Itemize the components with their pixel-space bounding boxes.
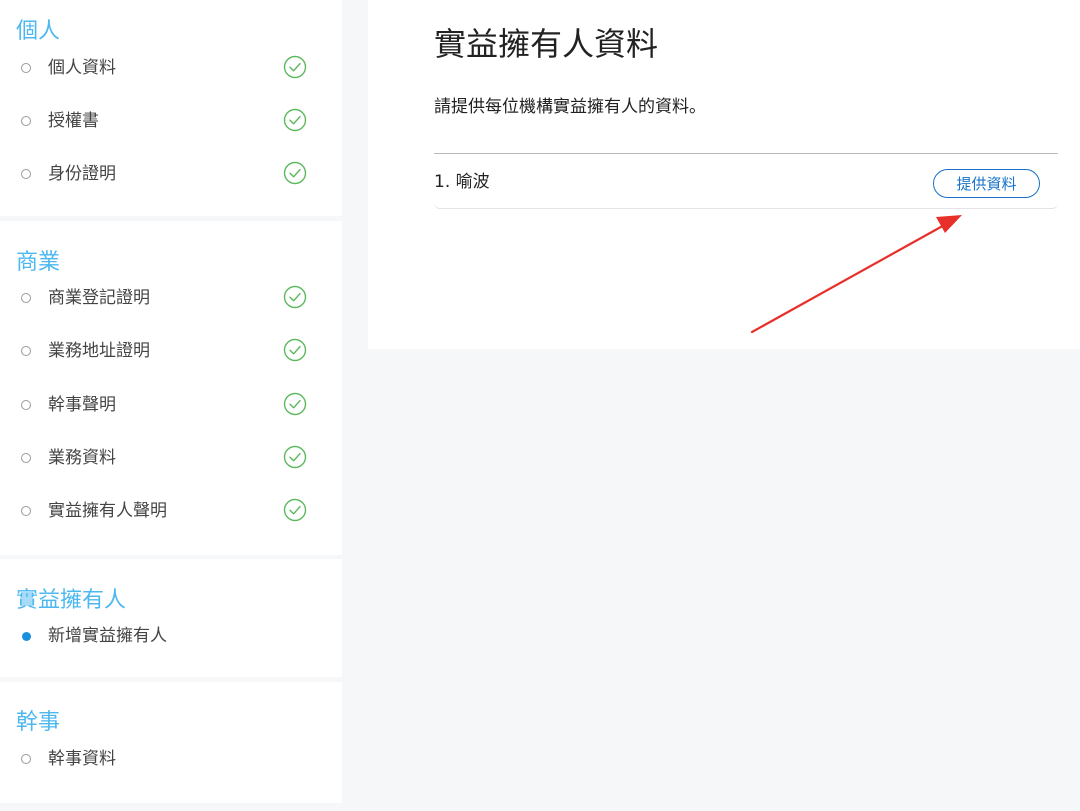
section-title: 實益擁有人 (16, 588, 127, 613)
sidebar-item-business-info[interactable]: 業務資料 (0, 445, 342, 471)
check-circle-icon (283, 55, 307, 79)
page-title: 實益擁有人資料 (434, 25, 659, 63)
empty-circle-icon (21, 346, 31, 356)
empty-circle-icon (21, 400, 31, 410)
annotation-arrow (750, 215, 962, 334)
sidebar-section-business: 商業 商業登記證明 業務地址證明 幹事聲明 業務資料 實益擁有人聲明 (0, 221, 342, 555)
sidebar-item-personal-info[interactable]: 個人資料 (0, 55, 342, 81)
sidebar-item-beneficial-owner-declaration[interactable]: 實益擁有人聲明 (0, 498, 342, 524)
list-item: 1. 喻波 提供資料 (434, 153, 1058, 209)
sidebar-item-add-beneficial-owner[interactable]: 新增實益擁有人 (0, 623, 342, 649)
sidebar-item-label: 實益擁有人聲明 (48, 501, 167, 521)
empty-circle-icon (21, 116, 31, 126)
sidebar-item-label: 個人資料 (48, 58, 116, 78)
empty-circle-icon (21, 293, 31, 303)
empty-circle-icon (21, 453, 31, 463)
sidebar-item-label: 身份證明 (48, 164, 116, 184)
check-circle-icon (283, 338, 307, 362)
owner-name: 1. 喻波 (434, 172, 490, 192)
check-circle-icon (283, 161, 307, 185)
page-description: 請提供每位機構實益擁有人的資料。 (434, 97, 706, 117)
check-circle-icon (283, 285, 307, 309)
sidebar-item-label: 業務資料 (48, 448, 116, 468)
sidebar-item-label: 幹事資料 (48, 749, 116, 769)
sidebar-item-id-proof[interactable]: 身份證明 (0, 161, 342, 187)
provide-info-button[interactable]: 提供資料 (933, 169, 1040, 198)
empty-circle-icon (21, 506, 31, 516)
section-title: 商業 (16, 250, 61, 275)
filled-circle-icon (22, 632, 31, 641)
sidebar-item-authorization[interactable]: 授權書 (0, 108, 342, 134)
check-circle-icon (283, 108, 307, 132)
empty-circle-icon (21, 63, 31, 73)
sidebar-item-officer-info[interactable]: 幹事資料 (0, 746, 342, 772)
sidebar-item-label: 幹事聲明 (48, 395, 116, 415)
sidebar-item-label: 新增實益擁有人 (48, 626, 167, 646)
sidebar-item-label: 業務地址證明 (48, 341, 150, 361)
empty-circle-icon (21, 754, 31, 764)
check-circle-icon (283, 498, 307, 522)
empty-circle-icon (21, 169, 31, 179)
sidebar-section-personal: 個人 個人資料 授權書 身份證明 (0, 0, 342, 216)
sidebar-section-beneficial-owner: 實益擁有人 新增實益擁有人 (0, 559, 342, 677)
sidebar: 個人 個人資料 授權書 身份證明 商業 商業登記證明 業務地址證明 幹事聲明 業… (0, 0, 342, 811)
section-title: 幹事 (16, 710, 61, 735)
sidebar-item-business-registration[interactable]: 商業登記證明 (0, 285, 342, 311)
sidebar-item-label: 商業登記證明 (48, 288, 150, 308)
sidebar-item-label: 授權書 (48, 111, 99, 131)
check-circle-icon (283, 392, 307, 416)
sidebar-item-officer-declaration[interactable]: 幹事聲明 (0, 392, 342, 418)
section-title: 個人 (16, 19, 61, 44)
check-circle-icon (283, 445, 307, 469)
sidebar-section-officer: 幹事 幹事資料 (0, 682, 342, 803)
sidebar-item-business-address[interactable]: 業務地址證明 (0, 338, 342, 364)
